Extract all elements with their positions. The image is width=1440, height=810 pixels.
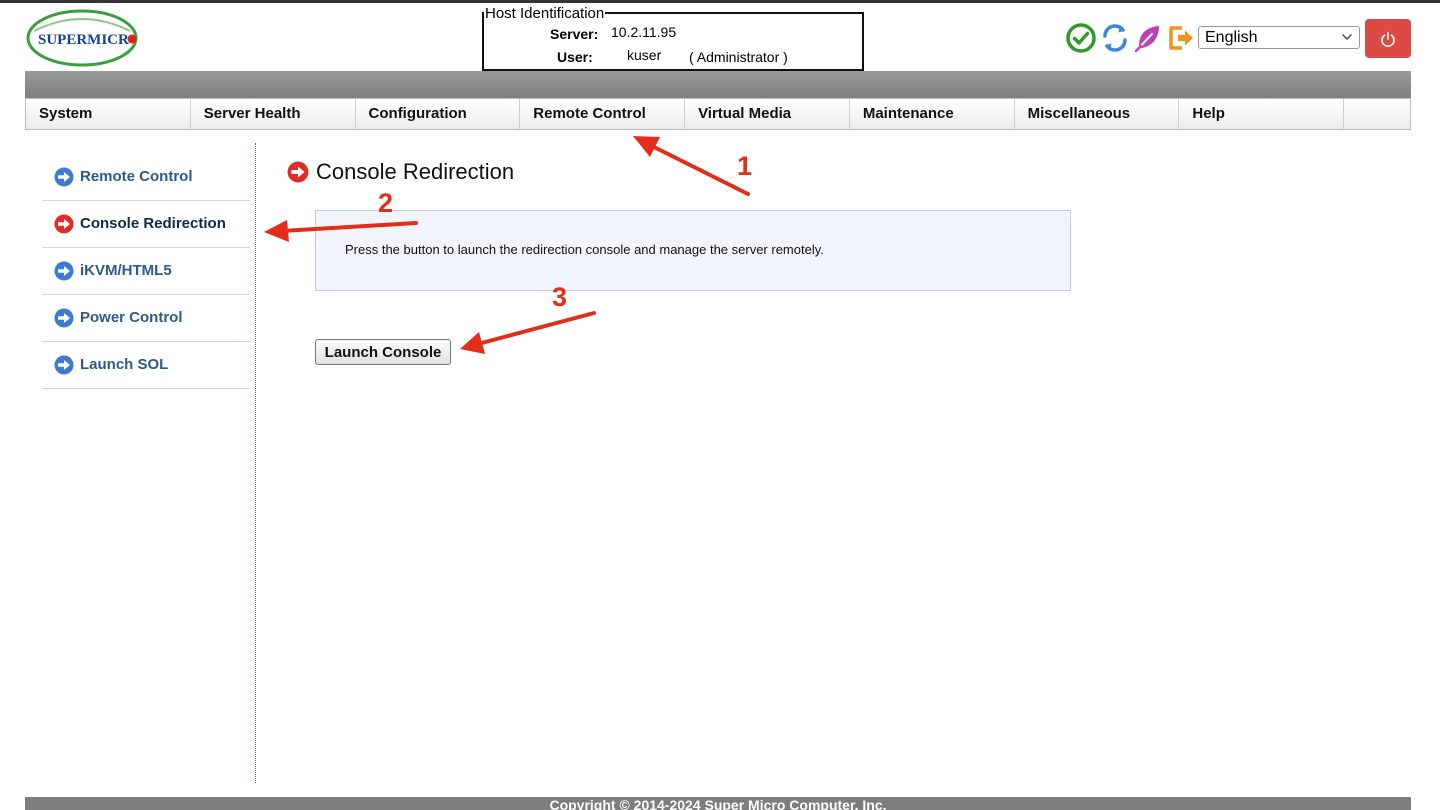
main-nav: System Server Health Configuration Remot… <box>25 98 1411 130</box>
nav-maintenance[interactable]: Maintenance <box>850 99 1015 129</box>
sidebar-item-label: Console Redirection <box>80 215 226 232</box>
footer: Copyright © 2014-2024 Super Micro Comput… <box>25 797 1411 810</box>
launch-console-button[interactable]: Launch Console <box>315 339 451 365</box>
server-value: 10.2.11.95 <box>611 24 677 40</box>
sidebar-item-remote-control[interactable]: Remote Control <box>42 154 250 201</box>
supermicro-logo: SUPERMICR <box>26 9 138 67</box>
arrow-circle-blue-icon <box>54 261 74 281</box>
nav-miscellaneous[interactable]: Miscellaneous <box>1015 99 1180 129</box>
chevron-down-icon <box>1342 34 1352 40</box>
nav-configuration[interactable]: Configuration <box>356 99 521 129</box>
page-title: Console Redirection <box>316 159 515 184</box>
nav-virtual-media[interactable]: Virtual Media <box>685 99 850 129</box>
power-button[interactable] <box>1365 19 1411 58</box>
arrow-circle-red-icon <box>54 214 74 234</box>
sidebar-item-ikvm-html5[interactable]: iKVM/HTML5 <box>42 248 250 295</box>
sidebar-item-console-redirection[interactable]: Console Redirection <box>42 201 250 248</box>
sidebar-item-label: Launch SOL <box>80 356 169 373</box>
sidebar: Remote Control Console Redirection iKVM/… <box>42 154 250 389</box>
server-label: Server: <box>550 26 599 42</box>
sidebar-item-label: Power Control <box>80 309 183 326</box>
nav-empty <box>1344 99 1410 129</box>
window-top-edge <box>0 0 1440 3</box>
info-text: Press the button to launch the redirecti… <box>345 242 824 257</box>
annotation-number-2: 2 <box>378 188 394 218</box>
power-icon <box>1381 31 1395 47</box>
arrow-circle-blue-icon <box>54 355 74 375</box>
feather-icon[interactable] <box>1132 22 1164 54</box>
user-value: kuser <box>627 47 662 63</box>
annotation-number-3: 3 <box>552 282 568 312</box>
host-legend: Host Identification <box>484 5 606 23</box>
info-panel: Press the button to launch the redirecti… <box>315 210 1071 291</box>
sidebar-item-label: iKVM/HTML5 <box>80 262 172 279</box>
annotation-arrow-1 <box>633 136 750 196</box>
user-role: ( Administrator ) <box>689 49 788 65</box>
arrow-circle-blue-icon <box>54 308 74 328</box>
host-identification: Host Identification Server: 10.2.11.95 U… <box>482 5 864 71</box>
sidebar-item-power-control[interactable]: Power Control <box>42 295 250 342</box>
header-band <box>25 71 1411 98</box>
logout-icon[interactable] <box>1165 22 1197 54</box>
annotation-arrow-3 <box>460 311 596 354</box>
arrow-circle-blue-icon <box>54 167 74 187</box>
user-label: User: <box>557 49 593 65</box>
sidebar-item-launch-sol[interactable]: Launch SOL <box>42 342 250 389</box>
copyright-text: Copyright © 2014-2024 Super Micro Comput… <box>549 797 887 810</box>
language-select[interactable]: English <box>1198 26 1360 49</box>
logo-text: SUPERMICR <box>38 32 129 48</box>
nav-help[interactable]: Help <box>1179 99 1345 129</box>
sidebar-item-label: Remote Control <box>80 168 193 185</box>
check-circle-icon[interactable] <box>1065 22 1097 54</box>
nav-server-health[interactable]: Server Health <box>191 99 356 129</box>
annotation-number-1: 1 <box>737 151 753 181</box>
arrow-circle-red-icon <box>287 161 309 183</box>
sidebar-divider <box>255 143 256 783</box>
refresh-icon[interactable] <box>1099 22 1131 54</box>
language-selected: English <box>1205 29 1258 46</box>
nav-remote-control[interactable]: Remote Control <box>520 99 686 129</box>
nav-system[interactable]: System <box>26 99 191 129</box>
